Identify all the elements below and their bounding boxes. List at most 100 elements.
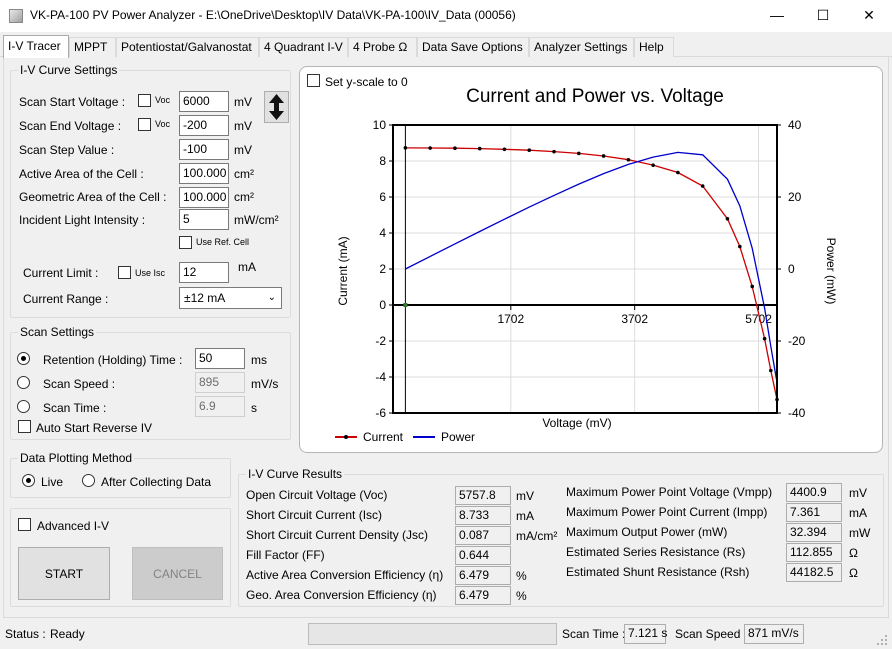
tab-analyzer-settings[interactable]: Analyzer Settings	[529, 37, 634, 57]
scan-time-label: Scan Time :	[43, 401, 107, 415]
result-left-label: Geo. Area Conversion Efficiency (η)	[246, 588, 437, 602]
result-left-unit: mV	[516, 489, 534, 503]
scan-step-input[interactable]: -100	[179, 139, 229, 160]
use-isc-checkbox[interactable]	[118, 266, 131, 279]
current-point	[676, 170, 680, 175]
current-point	[769, 368, 773, 373]
auto-reverse-checkbox[interactable]	[18, 420, 31, 433]
scan-end-unit: mV	[234, 119, 252, 133]
result-left-unit: mA/cm²	[516, 529, 558, 543]
result-right-value: 7.361	[786, 503, 842, 522]
result-left-value: 5757.8	[455, 486, 511, 505]
use-ref-cell-label: Use Ref. Cell	[196, 237, 250, 247]
scan-time-status-label: Scan Time :	[562, 627, 626, 641]
geo-area-unit: cm²	[234, 190, 254, 204]
auto-reverse-label: Auto Start Reverse IV	[36, 421, 153, 435]
tab-iv-tracer[interactable]: I-V Tracer	[3, 35, 69, 58]
plot-live-radio[interactable]	[22, 474, 35, 487]
advanced-iv-checkbox[interactable]	[18, 518, 31, 531]
y-tick-label: 10	[373, 118, 387, 132]
maximize-button[interactable]: ☐	[800, 0, 846, 30]
y-tick-label: -2	[375, 334, 386, 348]
scan-speed-status-value: 871 mV/s	[744, 624, 804, 644]
results-title: I-V Curve Results	[246, 467, 345, 481]
result-right-label: Estimated Series Resistance (Rs)	[566, 545, 746, 559]
current-point	[626, 157, 631, 162]
close-button[interactable]: ✕	[846, 0, 892, 30]
tab-4-quadrant[interactable]: 4 Quadrant I-V	[259, 37, 348, 57]
current-legend-marker	[344, 435, 348, 439]
swap-voltage-button[interactable]	[264, 91, 289, 123]
iv-chart: Current and Power vs. Voltage 1702 3702 57…	[335, 86, 838, 444]
y2-tick-label: -40	[788, 406, 806, 420]
y2-axis-title: Power (mW)	[824, 238, 838, 305]
current-point	[428, 146, 432, 150]
scan-speed-radio[interactable]	[17, 376, 30, 389]
light-intensity-input[interactable]: 5	[179, 209, 229, 230]
geo-area-input[interactable]: 100.000	[179, 187, 229, 208]
result-right-unit: mW	[849, 526, 871, 540]
current-point	[453, 146, 457, 151]
plot-after-label: After Collecting Data	[101, 475, 212, 489]
tab-4-probe[interactable]: 4 Probe Ω	[348, 37, 417, 57]
tab-potentiostat[interactable]: Potentiostat/Galvanostat	[116, 37, 259, 57]
result-left-unit: %	[516, 589, 527, 603]
iv-settings-title: I-V Curve Settings	[18, 63, 120, 77]
scan-time-radio[interactable]	[17, 400, 30, 413]
scan-start-unit: mV	[234, 95, 252, 109]
scan-end-input[interactable]: -200	[179, 115, 229, 136]
end-voc-label: Voc	[155, 119, 171, 129]
retention-input[interactable]: 50	[195, 348, 245, 369]
result-right-unit: Ω	[849, 546, 858, 560]
end-voc-checkbox[interactable]	[138, 118, 151, 131]
scan-speed-input[interactable]: 895	[195, 372, 245, 393]
result-right-unit: mA	[849, 506, 867, 520]
result-right-value: 4400.9	[786, 483, 842, 502]
scan-step-unit: mV	[234, 143, 252, 157]
y-axis-title: Current (mA)	[336, 236, 350, 305]
result-left-value: 8.733	[455, 506, 511, 525]
start-voc-checkbox[interactable]	[138, 94, 151, 107]
scan-time-status-value: 7.121 s	[624, 624, 667, 644]
active-area-label: Active Area of the Cell :	[19, 167, 144, 181]
tab-help[interactable]: Help	[634, 37, 674, 57]
scan-speed-label: Scan Speed :	[43, 377, 116, 391]
retention-radio[interactable]	[17, 352, 30, 365]
current-point	[577, 151, 581, 156]
scan-time-unit: s	[251, 401, 257, 415]
y-tick-label: 4	[379, 226, 386, 240]
plot-live-label: Live	[41, 475, 64, 489]
result-left-value: 0.644	[455, 546, 511, 565]
tab-data-save[interactable]: Data Save Options	[417, 37, 529, 57]
minimize-button[interactable]: —	[754, 0, 800, 30]
current-point	[552, 149, 556, 154]
current-point	[601, 154, 606, 158]
x-tick-label: 3702	[621, 312, 648, 326]
current-point	[762, 336, 767, 341]
origin-marker	[403, 303, 408, 307]
current-point	[527, 148, 532, 152]
result-right-label: Estimated Shunt Resistance (Rsh)	[566, 565, 750, 579]
resize-grip-icon[interactable]	[876, 634, 888, 646]
start-button[interactable]: START	[18, 547, 110, 600]
plotting-title: Data Plotting Method	[18, 451, 135, 465]
advanced-iv-label: Advanced I-V	[37, 519, 110, 533]
tab-mppt[interactable]: MPPT	[69, 37, 116, 57]
current-point	[477, 146, 482, 151]
current-point	[651, 163, 655, 167]
active-area-input[interactable]: 100.000	[179, 163, 229, 184]
current-point	[738, 244, 742, 249]
scan-time-input[interactable]: 6.9	[195, 396, 245, 417]
plot-after-radio[interactable]	[82, 474, 95, 487]
light-intensity-label: Incident Light Intensity :	[19, 213, 146, 227]
use-ref-cell-checkbox[interactable]	[179, 236, 192, 249]
current-limit-input[interactable]: 12	[179, 262, 229, 283]
scan-start-input[interactable]: 6000	[179, 91, 229, 112]
scan-start-label: Scan Start Voltage :	[19, 95, 126, 109]
power-legend-label: Power	[441, 430, 475, 444]
result-right-value: 112.855	[786, 543, 842, 562]
chevron-down-icon: ⌄	[267, 292, 276, 303]
current-point	[502, 147, 507, 152]
cancel-button[interactable]: CANCEL	[132, 547, 223, 600]
current-range-dropdown[interactable]: ±12 mA ⌄	[179, 287, 282, 309]
